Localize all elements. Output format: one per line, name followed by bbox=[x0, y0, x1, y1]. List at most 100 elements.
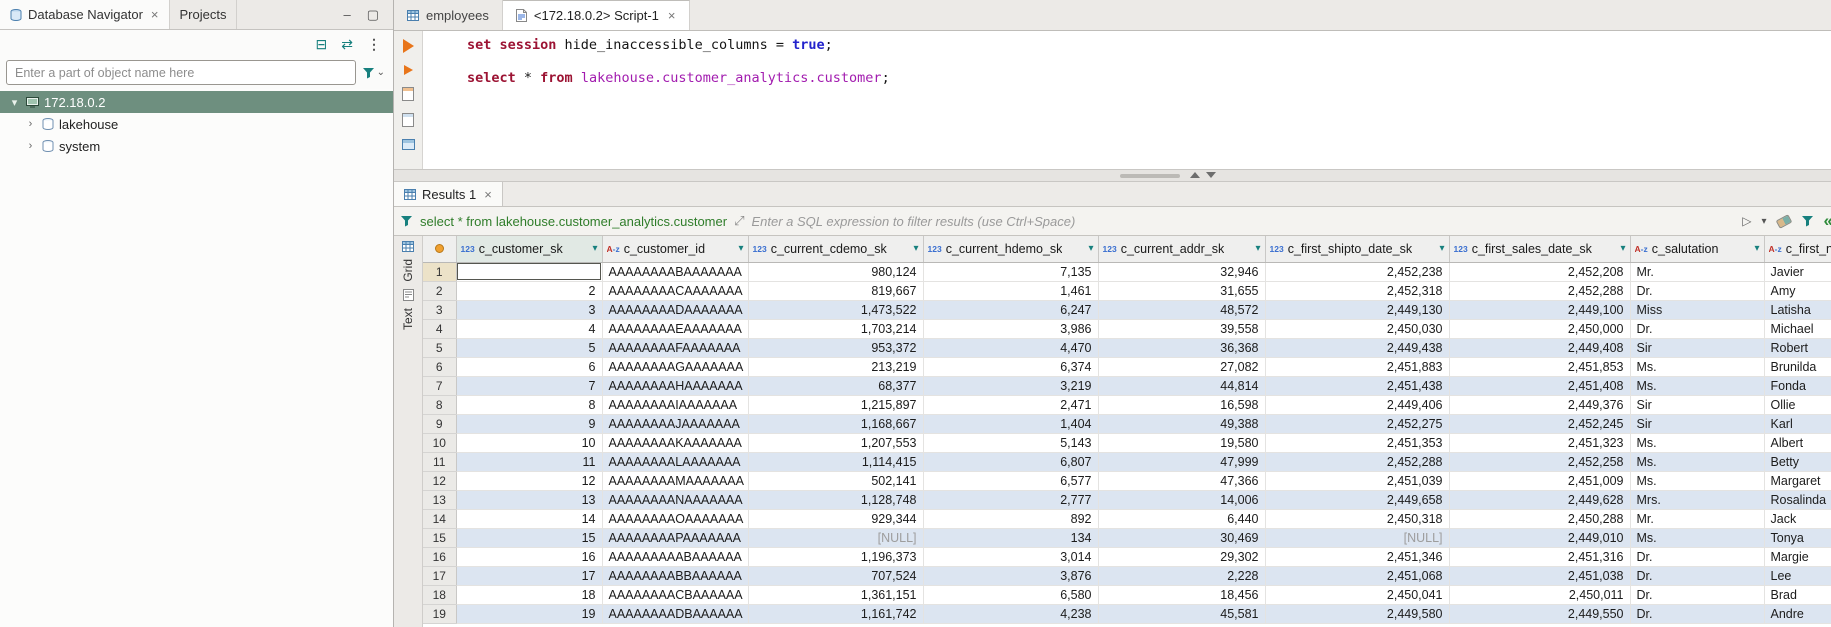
grid-cell[interactable]: 1,128,748 bbox=[748, 490, 923, 509]
tab-database-navigator[interactable]: Database Navigator × bbox=[0, 0, 170, 29]
grid-cell[interactable]: AAAAAAAADBAAAAAA bbox=[602, 604, 748, 623]
tab-employees[interactable]: employees bbox=[394, 0, 503, 30]
grid-cell[interactable]: 7,135 bbox=[923, 262, 1098, 281]
grid-cell[interactable]: 2,450,318 bbox=[1265, 509, 1449, 528]
grid-cell[interactable]: 2,449,100 bbox=[1449, 300, 1630, 319]
row-number[interactable]: 8 bbox=[423, 395, 456, 414]
column-header-c_salutation[interactable]: A-zc_salutation▾ bbox=[1630, 236, 1764, 262]
grid-cell[interactable]: 2,449,010 bbox=[1449, 528, 1630, 547]
grid-cell[interactable]: 6,580 bbox=[923, 585, 1098, 604]
maximize-editor-icon[interactable] bbox=[1190, 172, 1200, 178]
grid-cell[interactable]: 17 bbox=[456, 566, 602, 585]
column-dropdown-icon[interactable]: ▾ bbox=[1439, 243, 1444, 254]
grid-cell[interactable]: 2,450,011 bbox=[1449, 585, 1630, 604]
tree-item-system[interactable]: ›system bbox=[0, 135, 393, 157]
grid-cell[interactable]: 6,440 bbox=[1098, 509, 1265, 528]
grid-cell[interactable]: Javier bbox=[1764, 262, 1831, 281]
grid-cell[interactable]: 6,807 bbox=[923, 452, 1098, 471]
grid-cell[interactable]: Lee bbox=[1764, 566, 1831, 585]
row-number[interactable]: 18 bbox=[423, 585, 456, 604]
grid-cell[interactable]: Mrs. bbox=[1630, 490, 1764, 509]
editor-results-splitter[interactable] bbox=[394, 169, 1831, 182]
column-header-c_first_shipto_date_sk[interactable]: 123c_first_shipto_date_sk▾ bbox=[1265, 236, 1449, 262]
grid-cell[interactable]: 12 bbox=[456, 471, 602, 490]
grid-cell[interactable]: Albert bbox=[1764, 433, 1831, 452]
execute-script-button[interactable] bbox=[404, 65, 413, 75]
row-number[interactable]: 13 bbox=[423, 490, 456, 509]
grid-cell[interactable]: 3 bbox=[456, 300, 602, 319]
grid-cell[interactable]: Ms. bbox=[1630, 471, 1764, 490]
grid-cell[interactable]: 2,452,245 bbox=[1449, 414, 1630, 433]
grid-cell[interactable]: 2,471 bbox=[923, 395, 1098, 414]
collapse-chevron-icon[interactable]: ▾ bbox=[8, 96, 21, 109]
grid-cell[interactable]: 49,388 bbox=[1098, 414, 1265, 433]
column-dropdown-icon[interactable]: ▾ bbox=[592, 243, 597, 254]
grid-cell[interactable]: 2,452,208 bbox=[1449, 262, 1630, 281]
grid-cell[interactable]: Miss bbox=[1630, 300, 1764, 319]
toggle-panel-button[interactable] bbox=[402, 139, 415, 150]
grid-cell[interactable]: 39,558 bbox=[1098, 319, 1265, 338]
script-output-button[interactable] bbox=[402, 113, 414, 127]
grid-cell[interactable]: 134 bbox=[923, 528, 1098, 547]
grid-cell[interactable]: 48,572 bbox=[1098, 300, 1265, 319]
grid-cell[interactable]: Dr. bbox=[1630, 547, 1764, 566]
grid-cell[interactable]: Dr. bbox=[1630, 604, 1764, 623]
grid-cell[interactable]: 2,452,258 bbox=[1449, 452, 1630, 471]
grid-cell[interactable]: 19 bbox=[456, 604, 602, 623]
grid-cell[interactable]: 1,196,373 bbox=[748, 547, 923, 566]
grid-cell[interactable]: 2,451,038 bbox=[1449, 566, 1630, 585]
grid-cell[interactable]: 2,451,068 bbox=[1265, 566, 1449, 585]
grid-cell[interactable]: 4 bbox=[456, 319, 602, 338]
grid-cell[interactable]: 44,814 bbox=[1098, 376, 1265, 395]
grid-cell[interactable]: 819,667 bbox=[748, 281, 923, 300]
grid-cell[interactable]: 9 bbox=[456, 414, 602, 433]
grid-cell[interactable]: AAAAAAAAKAAAAAAA bbox=[602, 433, 748, 452]
grid-cell[interactable]: AAAAAAAACBAAAAAA bbox=[602, 585, 748, 604]
filter-history-dropdown-icon[interactable]: ▾ bbox=[1762, 216, 1767, 227]
grid-cell[interactable]: 2,451,853 bbox=[1449, 357, 1630, 376]
grid-cell[interactable]: AAAAAAAACAAAAAAA bbox=[602, 281, 748, 300]
grid-cell[interactable]: 3,219 bbox=[923, 376, 1098, 395]
grid-cell[interactable]: Mr. bbox=[1630, 262, 1764, 281]
results-grid-scroll[interactable]: 123c_customer_sk▾A-zc_customer_id▾123c_c… bbox=[423, 236, 1831, 627]
grid-cell[interactable]: 4,238 bbox=[923, 604, 1098, 623]
grid-cell[interactable]: 1,168,667 bbox=[748, 414, 923, 433]
column-dropdown-icon[interactable]: ▾ bbox=[1255, 243, 1260, 254]
grid-cell[interactable]: Andre bbox=[1764, 604, 1831, 623]
grid-cell[interactable]: 980,124 bbox=[748, 262, 923, 281]
grid-cell[interactable]: 2,451,009 bbox=[1449, 471, 1630, 490]
grid-cell[interactable]: 2,452,288 bbox=[1265, 452, 1449, 471]
grid-cell[interactable]: 1,461 bbox=[923, 281, 1098, 300]
grid-cell[interactable]: 1,207,553 bbox=[748, 433, 923, 452]
grid-cell[interactable]: Ms. bbox=[1630, 357, 1764, 376]
row-number[interactable]: 15 bbox=[423, 528, 456, 547]
grid-cell[interactable]: Mr. bbox=[1630, 509, 1764, 528]
grid-cell[interactable]: 4,470 bbox=[923, 338, 1098, 357]
grid-cell[interactable]: 2,451,039 bbox=[1265, 471, 1449, 490]
side-tab-text[interactable]: Text bbox=[401, 308, 415, 330]
grid-cell[interactable]: 2,452,318 bbox=[1265, 281, 1449, 300]
column-header-c_customer_sk[interactable]: 123c_customer_sk▾ bbox=[456, 236, 602, 262]
grid-cell[interactable]: Sir bbox=[1630, 338, 1764, 357]
grid-cell[interactable]: Michael bbox=[1764, 319, 1831, 338]
column-header-c_current_addr_sk[interactable]: 123c_current_addr_sk▾ bbox=[1098, 236, 1265, 262]
grid-cell[interactable]: 36,368 bbox=[1098, 338, 1265, 357]
row-number[interactable]: 7 bbox=[423, 376, 456, 395]
row-number[interactable]: 17 bbox=[423, 566, 456, 585]
grid-cell[interactable]: Sir bbox=[1630, 414, 1764, 433]
grid-cell[interactable]: AAAAAAAAJAAAAAAA bbox=[602, 414, 748, 433]
row-number[interactable]: 5 bbox=[423, 338, 456, 357]
grid-cell[interactable]: Latisha bbox=[1764, 300, 1831, 319]
grid-cell[interactable]: 3,014 bbox=[923, 547, 1098, 566]
grid-cell[interactable]: 2,450,000 bbox=[1449, 319, 1630, 338]
grid-cell[interactable]: AAAAAAAAABAAAAAA bbox=[602, 547, 748, 566]
grid-cell[interactable]: Dr. bbox=[1630, 319, 1764, 338]
minimize-icon[interactable]: ‒ bbox=[343, 7, 350, 22]
grid-cell[interactable]: AAAAAAAABBAAAAAA bbox=[602, 566, 748, 585]
grid-cell[interactable]: 2,451,323 bbox=[1449, 433, 1630, 452]
explain-plan-button[interactable] bbox=[402, 87, 414, 101]
grid-cell[interactable]: 5 bbox=[456, 338, 602, 357]
grid-cell[interactable]: 2,449,658 bbox=[1265, 490, 1449, 509]
grid-cell[interactable]: 45,581 bbox=[1098, 604, 1265, 623]
column-header-c_first_sales_date_sk[interactable]: 123c_first_sales_date_sk▾ bbox=[1449, 236, 1630, 262]
